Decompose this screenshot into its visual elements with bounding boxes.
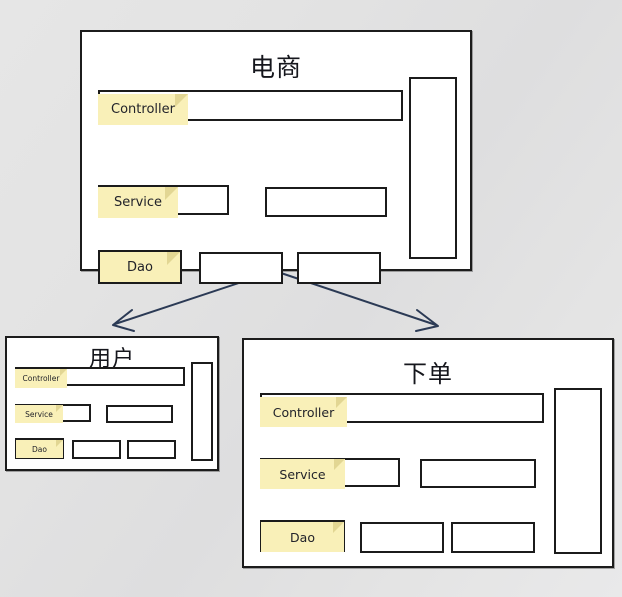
ecommerce-dao-slot-2[interactable] (199, 252, 283, 284)
order-service-slot-2[interactable] (420, 459, 536, 488)
order-controller-note[interactable]: Controller (260, 397, 347, 427)
order-side-column[interactable] (554, 388, 602, 554)
user-dao-slot-3[interactable] (127, 440, 176, 459)
order-service-note[interactable]: Service (260, 459, 345, 489)
ecommerce-service-slot-2[interactable] (265, 187, 387, 217)
ecommerce-controller-note[interactable]: Controller (98, 94, 188, 125)
ecommerce-service-note-label: Service (113, 195, 163, 210)
order-controller-note-label: Controller (272, 404, 335, 420)
ecommerce-dao-note[interactable]: Dao (100, 252, 180, 282)
ecommerce-dao-slot-3[interactable] (297, 252, 381, 284)
module-ecommerce[interactable]: 电商 Controller Service Dao (80, 30, 472, 284)
ecommerce-dao-note-label: Dao (127, 259, 153, 275)
module-user[interactable]: 用户 Controller Service Dao (5, 336, 219, 471)
user-service-note-label: Service (25, 409, 53, 419)
user-dao-note[interactable]: Dao (16, 440, 63, 458)
ecommerce-controller-note-label: Controller (111, 102, 175, 117)
module-order-title: 下单 (403, 360, 453, 388)
user-controller-note[interactable]: Controller (15, 369, 67, 388)
order-dao-note-label: Dao (290, 529, 315, 545)
user-dao-note-label: Dao (32, 444, 47, 454)
order-dao-note[interactable]: Dao (261, 522, 344, 552)
ecommerce-side-column[interactable] (409, 77, 457, 259)
arrowhead-user (112, 309, 135, 332)
ecommerce-service-note[interactable]: Service (98, 187, 178, 218)
user-service-slot-2[interactable] (106, 405, 173, 423)
user-service-note[interactable]: Service (15, 405, 63, 423)
user-controller-note-label: Controller (22, 374, 60, 383)
arrowhead-order (415, 309, 439, 332)
diagram-canvas: 电商 Controller Service Dao 用户 Controller (0, 0, 622, 597)
order-dao-slot-3[interactable] (451, 522, 535, 553)
user-side-column[interactable] (191, 362, 213, 461)
order-dao-slot-2[interactable] (360, 522, 444, 553)
module-order[interactable]: 下单 Controller Service Dao (242, 338, 614, 568)
user-dao-slot-2[interactable] (72, 440, 121, 459)
order-service-note-label: Service (279, 466, 326, 482)
